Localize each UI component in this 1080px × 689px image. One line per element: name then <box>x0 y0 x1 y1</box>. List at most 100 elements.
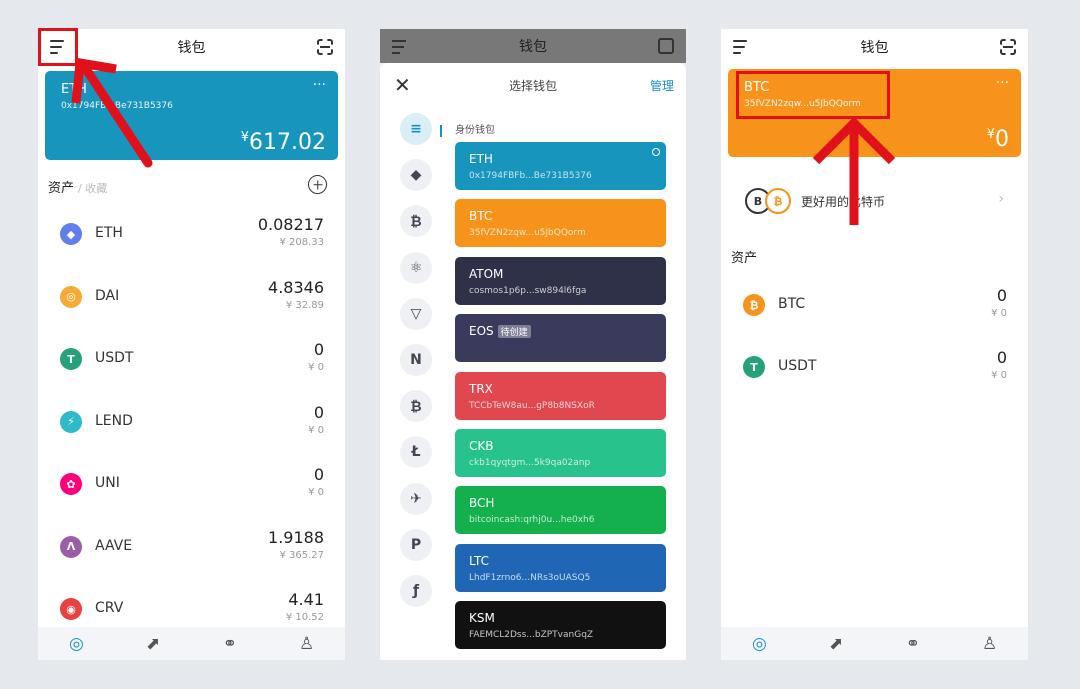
polkadot-icon[interactable]: P <box>400 528 432 561</box>
close-icon[interactable]: ✕ <box>394 73 411 97</box>
asset-cny-value: ¥ 0 <box>308 424 324 436</box>
wallet-balance: ¥617.02 <box>240 130 326 155</box>
asset-symbol: USDT <box>95 350 134 366</box>
wallet-option-card[interactable]: EOS 待创建 <box>455 314 666 363</box>
asset-amount: 0 <box>996 286 1007 305</box>
asset-cny-value: ¥ 32.89 <box>285 299 324 311</box>
asset-cny-value: ¥ 0 <box>991 308 1007 319</box>
chevron-right-icon: › <box>998 191 1004 207</box>
wallet-option-name: EOS 待创建 <box>469 324 531 339</box>
more-icon[interactable]: ··· <box>313 77 326 93</box>
pending-badge: 待创建 <box>497 325 531 339</box>
add-asset-icon[interactable] <box>308 175 327 194</box>
atom-icon[interactable]: ⚛ <box>400 251 432 284</box>
asset-cny-value: ¥ 0 <box>308 487 324 498</box>
discover-tab-icon[interactable]: ⚭ <box>901 634 925 654</box>
collect-tab[interactable]: / 收藏 <box>78 182 107 195</box>
sheet-title: 选择钱包 <box>508 78 557 93</box>
wallet-tab-icon[interactable]: ◎ <box>64 634 88 654</box>
asset-amount: 0 <box>313 340 324 359</box>
wallet-option-card[interactable]: KSM FAEMCL2Dss...bZPTvanGqZ <box>455 601 666 650</box>
uni-icon: ✿ <box>60 473 82 495</box>
red-arrow-icon <box>812 116 896 225</box>
wallet-balance: ¥0 <box>986 127 1009 152</box>
nervos-icon[interactable]: N <box>400 344 432 376</box>
assets-tab[interactable]: 资产 <box>48 181 74 196</box>
wallet-option-card[interactable]: CKB ckb1qyqtgm...5k9qa02anp <box>455 429 666 477</box>
market-tab-icon[interactable]: ⬈ <box>141 634 165 654</box>
bitcoin-icon: ₿ <box>765 188 791 214</box>
manage-button[interactable]: 管理 <box>650 77 674 94</box>
wallet-option-name: ATOM <box>469 266 504 281</box>
wallet-option-card[interactable]: ATOM cosmos1p6p...sw894l6fga <box>455 256 666 305</box>
asset-cny-value: ¥ 10.52 <box>285 612 324 623</box>
profile-tab-icon[interactable]: ♙ <box>978 634 1002 654</box>
identity-wallet-label: 身份钱包 <box>455 125 495 136</box>
asset-row[interactable]: T USDT 0 ¥ 0 <box>721 336 1028 398</box>
active-indicator <box>440 125 442 137</box>
wallet-option-address: 35fVZN2zqw...u5JbQQorm <box>469 228 586 239</box>
bottom-nav: ◎ ⬈ ⚭ ♙ <box>38 627 345 660</box>
menu-icon[interactable] <box>733 37 755 57</box>
asset-symbol: BTC <box>778 296 806 312</box>
dimmed-top-bar: 钱包 <box>380 29 686 63</box>
asset-cny-value: ¥ 0 <box>991 370 1007 381</box>
kusama-icon[interactable]: ✈ <box>400 482 432 515</box>
wallet-option-address: bitcoincash:qrhj0u...he0xh6 <box>469 515 595 526</box>
asset-symbol: DAI <box>95 287 120 304</box>
asset-row[interactable]: Λ AAVE 1.9188 ¥ 365.27 <box>38 516 345 578</box>
asset-symbol: LEND <box>95 412 133 429</box>
asset-symbol: UNI <box>95 475 120 491</box>
asset-row[interactable]: T USDT 0 ¥ 0 <box>38 328 345 390</box>
wallet-option-address: TCCbTeW8au...gP8b8NSXoR <box>469 400 595 411</box>
menu-icon <box>392 37 414 57</box>
scan-icon[interactable] <box>317 39 333 55</box>
filecoin-icon[interactable]: ƒ <box>400 575 432 607</box>
scan-icon <box>658 38 674 54</box>
asset-row[interactable]: ⚡ LEND 0 ¥ 0 <box>38 391 345 453</box>
market-tab-icon[interactable]: ⬈ <box>824 634 848 654</box>
aave-icon: Λ <box>60 535 82 558</box>
wallet-option-card[interactable]: BTC 35fVZN2zqw...u5JbQQorm <box>455 199 666 248</box>
asset-row[interactable]: ◎ DAI 4.8346 ¥ 32.89 <box>38 266 345 328</box>
asset-row[interactable]: ₿ BTC 0 ¥ 0 <box>721 274 1028 336</box>
eth-icon[interactable]: ◆ <box>400 159 432 192</box>
asset-cny-value: ¥ 365.27 <box>279 549 324 561</box>
selected-indicator-icon <box>652 148 660 156</box>
sheet-header: ✕ 选择钱包 管理 <box>380 63 686 107</box>
asset-amount: 4.41 <box>288 590 324 609</box>
asset-amount: 0.08217 <box>257 215 324 234</box>
asset-amount: 0 <box>313 465 324 484</box>
red-arrow-icon <box>71 57 153 168</box>
assets-header: 资产 / 收藏 <box>48 177 107 196</box>
wallet-option-name: BTC <box>469 209 493 224</box>
wallet-option-name: LTC <box>469 553 490 568</box>
discover-tab-icon[interactable]: ⚭ <box>218 634 242 654</box>
asset-symbol: CRV <box>95 600 124 616</box>
wallet-option-name: BCH <box>469 496 495 511</box>
scan-icon[interactable] <box>1000 39 1016 55</box>
wallet-option-card[interactable]: ETH 0x1794FBFb...Be731B5376 <box>455 142 666 190</box>
wallet-option-name: TRX <box>469 381 493 396</box>
btc-card-highlight-box <box>736 71 890 119</box>
trx-icon[interactable]: ▽ <box>400 297 432 330</box>
asset-row[interactable]: ◆ ETH 0.08217 ¥ 208.33 <box>38 203 345 265</box>
btc-icon: ₿ <box>743 294 765 316</box>
identity-icon[interactable]: ≡ <box>400 113 432 145</box>
lend-icon: ⚡ <box>60 410 82 433</box>
profile-tab-icon[interactable]: ♙ <box>295 634 319 654</box>
wallet-option-card[interactable]: LTC LhdF1zrno6...NRs3oUASQ5 <box>455 543 666 592</box>
asset-cny-value: ¥ 208.33 <box>279 237 324 248</box>
bottom-nav: ◎ ⬈ ⚭ ♙ <box>721 627 1028 660</box>
bch-icon[interactable]: ₿ <box>400 390 432 423</box>
wallet-option-address: 0x1794FBFb...Be731B5376 <box>469 171 592 181</box>
wallet-option-address: cosmos1p6p...sw894l6fga <box>469 285 587 296</box>
more-icon[interactable]: ··· <box>996 75 1009 91</box>
wallet-option-card[interactable]: TRX TCCbTeW8au...gP8b8NSXoR <box>455 371 666 420</box>
usdt-icon: T <box>60 348 82 370</box>
asset-symbol: USDT <box>778 358 817 374</box>
wallet-option-card[interactable]: BCH bitcoincash:qrhj0u...he0xh6 <box>455 486 666 535</box>
asset-row[interactable]: ✿ UNI 0 ¥ 0 <box>38 453 345 515</box>
wallet-option-name: ETH <box>469 152 493 166</box>
wallet-tab-icon[interactable]: ◎ <box>747 634 771 654</box>
